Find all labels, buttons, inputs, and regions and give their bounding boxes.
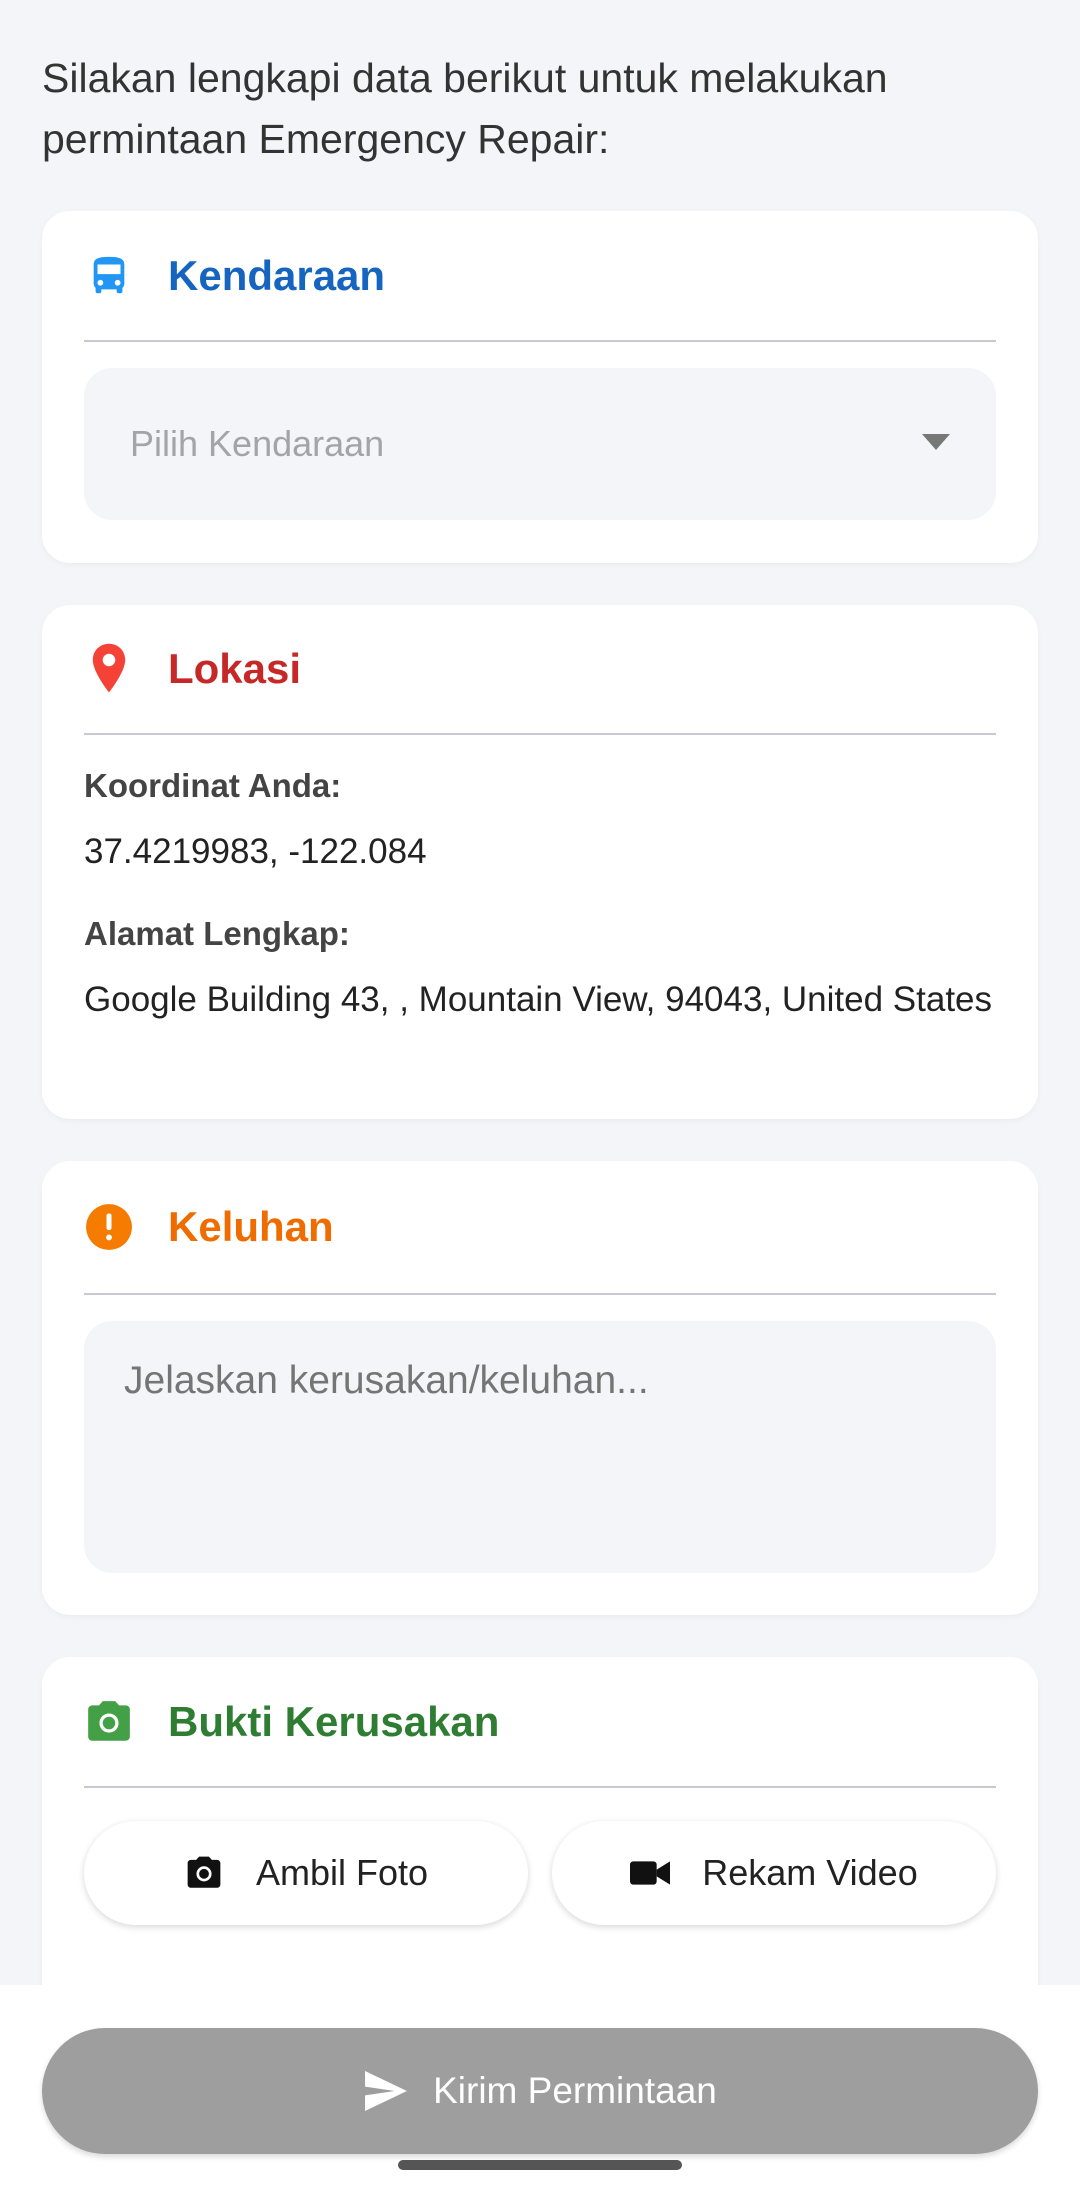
camera-icon xyxy=(184,1855,224,1891)
home-indicator[interactable] xyxy=(398,2160,682,2170)
bus-icon xyxy=(84,251,134,301)
take-photo-label: Ambil Foto xyxy=(255,1852,429,1893)
location-card-title: Lokasi xyxy=(168,645,302,692)
location-pin-icon xyxy=(84,643,134,694)
location-card: Lokasi Koordinat Anda: 37.4219983, -122.… xyxy=(42,605,1038,1119)
record-video-label: Rekam Video xyxy=(702,1852,918,1893)
vehicle-card-header: Kendaraan xyxy=(84,211,996,342)
send-icon xyxy=(363,2071,409,2111)
vehicle-card-title: Kendaraan xyxy=(168,251,386,299)
evidence-card-title: Bukti Kerusakan xyxy=(168,1697,500,1745)
submit-request-button[interactable]: Kirim Permintaan xyxy=(42,2028,1038,2154)
address-label: Alamat Lengkap: xyxy=(84,915,350,952)
intro-text: Silakan lengkapi data berikut untuk mela… xyxy=(42,55,888,162)
record-video-button[interactable]: Rekam Video xyxy=(552,1821,996,1925)
vehicle-card: Kendaraan Pilih Kendaraan xyxy=(42,211,1038,563)
evidence-card-header: Bukti Kerusakan xyxy=(84,1657,996,1788)
alert-circle-icon xyxy=(84,1202,134,1252)
vehicle-dropdown-placeholder: Pilih Kendaraan xyxy=(130,423,385,464)
chevron-down-icon xyxy=(922,433,950,455)
complaint-card-header: Keluhan xyxy=(84,1161,996,1295)
take-photo-button[interactable]: Ambil Foto xyxy=(84,1821,528,1925)
videocam-icon xyxy=(630,1859,671,1887)
submit-request-label: Kirim Permintaan xyxy=(433,2070,717,2111)
complaint-card: Keluhan xyxy=(42,1161,1038,1615)
evidence-card: Bukti Kerusakan Ambil Foto Rekam Video xyxy=(42,1657,1038,2017)
camera-icon xyxy=(84,1697,134,1747)
coordinates-label: Koordinat Anda: xyxy=(84,767,342,804)
complaint-card-title: Keluhan xyxy=(168,1203,334,1250)
complaint-textarea[interactable] xyxy=(84,1321,996,1573)
address-value: Google Building 43, , Mountain View, 940… xyxy=(84,980,993,1019)
location-card-header: Lokasi xyxy=(84,605,996,735)
vehicle-dropdown[interactable]: Pilih Kendaraan xyxy=(84,368,996,520)
coordinates-value: 37.4219983, -122.084 xyxy=(84,832,427,871)
